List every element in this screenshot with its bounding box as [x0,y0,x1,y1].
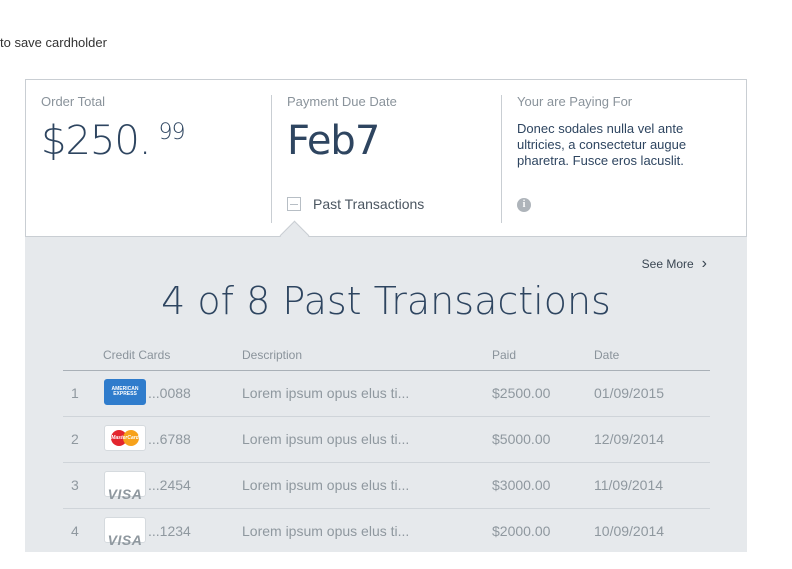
card-digits: ...0088 [148,385,191,401]
due-date-label: Payment Due Date [287,94,397,109]
amex-card-icon: AMERICAN EXPRESS [104,379,146,405]
mastercard-logo: MasterCard [111,430,139,446]
table-row[interactable]: 1 AMERICAN EXPRESS ...0088 Lorem ipsum o… [63,371,710,417]
visa-card-icon: VISA [104,517,146,548]
chevron-right-icon: › [701,255,707,272]
row-number: 4 [71,523,79,539]
paying-for-description: Donec sodales nulla vel ante ultricies, … [517,121,687,168]
transaction-description: Lorem ipsum opus elus ti... [242,523,410,539]
due-date-section: Payment Due Date Feb7 Past Transactions [287,80,507,236]
order-total-cents: 99 [158,120,186,145]
transaction-description: Lorem ipsum opus elus ti... [242,477,410,493]
card-digits: ...6788 [148,431,191,447]
collapse-icon [287,197,301,211]
table-row[interactable]: 3 VISA ...2454 Lorem ipsum opus elus ti.… [63,463,710,509]
order-total-section: Order Total $250. 99 [41,80,271,236]
transaction-amount: $5000.00 [492,431,551,447]
card-digits: ...2454 [148,477,191,493]
past-transactions-panel: See More › 4 of 8 Past Transactions Cred… [25,237,747,552]
mastercard-card-icon: MasterCard [104,425,146,451]
transaction-date: 12/09/2014 [594,431,665,447]
payment-summary-card: Order Total $250. 99 Payment Due Date Feb… [25,79,747,237]
info-icon[interactable]: i [517,198,531,212]
row-number: 2 [71,431,79,447]
table-row[interactable]: 2 MasterCard ...6788 Lorem ipsum opus el… [63,417,710,463]
transactions-table: Credit Cards Description Paid Date 1 AME… [63,340,710,552]
order-total-amount: $250. 99 [41,118,186,164]
due-date-value: Feb7 [287,118,380,164]
divider [271,95,272,223]
row-number: 1 [71,385,79,401]
column-header-date: Date [594,348,620,362]
row-number: 3 [71,477,79,493]
paying-for-section: Your are Paying For Donec sodales nulla … [517,80,737,236]
top-note: to save cardholder [0,35,107,50]
mastercard-logo-text: MasterCard [111,435,139,441]
visa-card-icon: VISA [104,471,146,502]
transaction-amount: $3000.00 [492,477,551,493]
visa-logo: VISA [107,486,143,502]
transaction-description: Lorem ipsum opus elus ti... [242,431,410,447]
table-header: Credit Cards Description Paid Date [63,340,710,371]
see-more-label: See More [641,257,694,271]
past-transactions-toggle[interactable]: Past Transactions [287,196,424,212]
order-total-main: $250. [41,118,152,164]
column-header-credit-cards: Credit Cards [103,348,171,362]
transaction-date: 10/09/2014 [594,523,665,539]
divider [501,95,502,223]
column-header-description: Description [242,348,303,362]
order-total-label: Order Total [41,94,106,109]
table-row[interactable]: 4 VISA ...1234 Lorem ipsum opus elus ti.… [63,509,710,552]
transaction-description: Lorem ipsum opus elus ti... [242,385,410,401]
transaction-amount: $2000.00 [492,523,551,539]
paying-for-label: Your are Paying For [517,94,633,109]
see-more-link[interactable]: See More › [641,255,707,272]
transaction-date: 01/09/2015 [594,385,665,401]
card-digits: ...1234 [148,523,191,539]
transaction-amount: $2500.00 [492,385,551,401]
column-header-paid: Paid [492,348,517,362]
past-transactions-title: 4 of 8 Past Transactions [161,279,611,323]
amex-logo: AMERICAN EXPRESS [106,382,144,402]
visa-logo: VISA [107,532,143,548]
transaction-date: 11/09/2014 [594,477,664,493]
past-transactions-label: Past Transactions [313,196,425,212]
